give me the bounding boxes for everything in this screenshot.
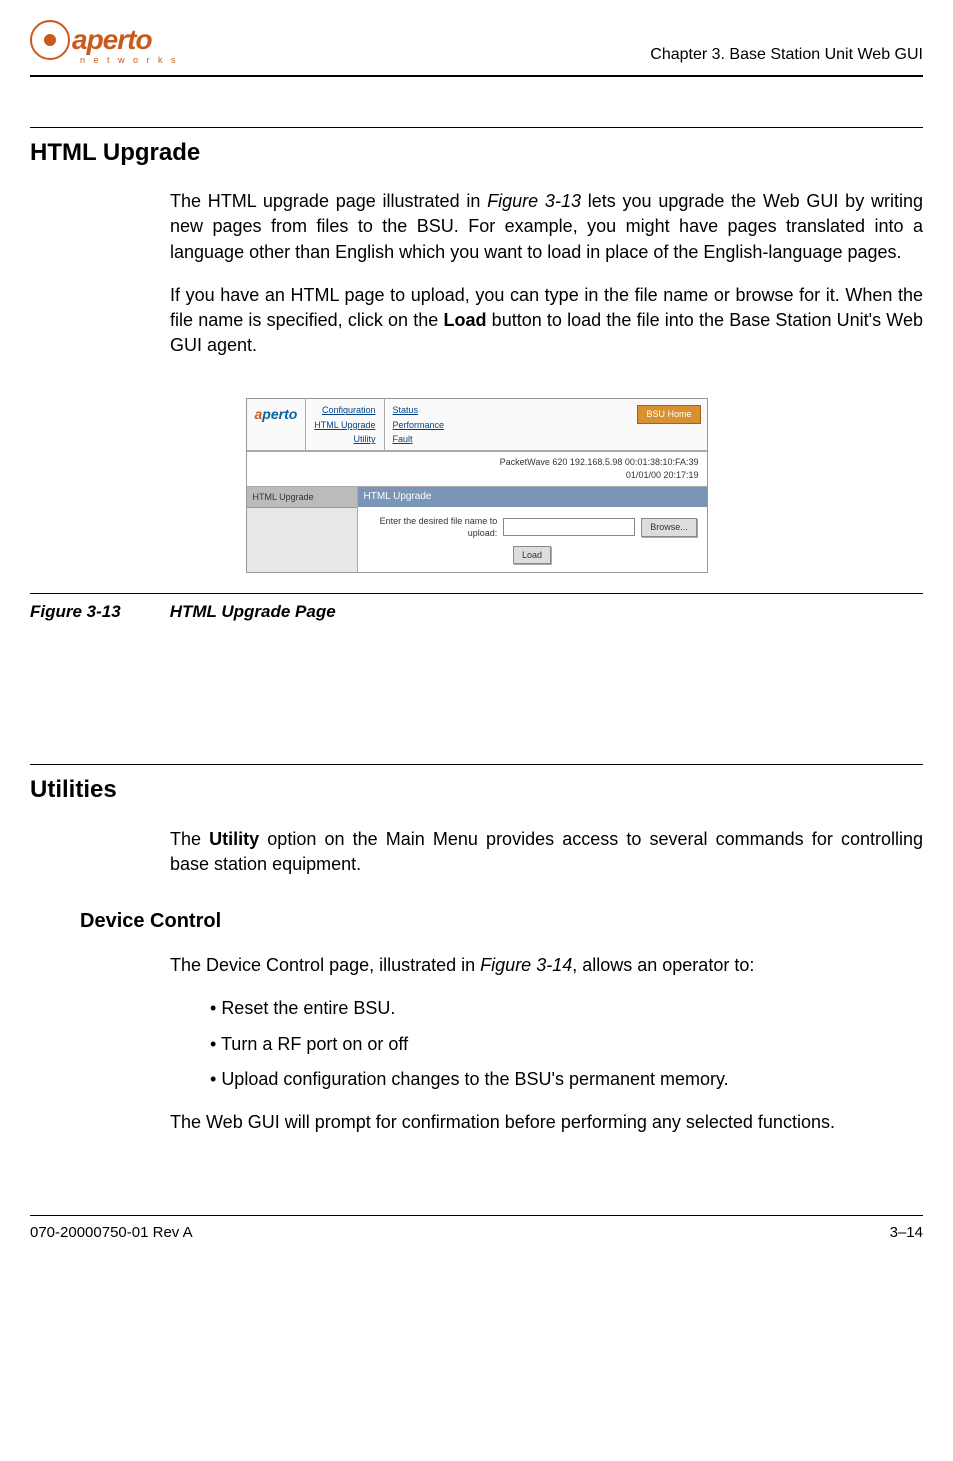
sidebar-item-html-upgrade[interactable]: HTML Upgrade — [247, 487, 357, 509]
ss-nav-col2: Status Performance Fault — [384, 399, 453, 450]
list-item: Upload configuration changes to the BSU'… — [210, 1067, 923, 1092]
footer-docid: 070-20000750-01 Rev A — [30, 1222, 193, 1243]
bold-utility: Utility — [209, 829, 259, 849]
figure-title: HTML Upgrade Page — [170, 602, 336, 621]
ss-nav-col1: Configuration HTML Upgrade Utility — [305, 399, 383, 450]
paragraph: The Web GUI will prompt for confirmation… — [170, 1110, 923, 1135]
ss-status-bar: PacketWave 620 192.168.5.98 00:01:38:10:… — [247, 451, 707, 485]
bold-load: Load — [443, 310, 486, 330]
logo-subtext: n e t w o r k s — [80, 54, 179, 67]
nav-configuration[interactable]: Configuration — [314, 403, 375, 417]
browse-button[interactable]: Browse... — [641, 518, 697, 537]
list-item: Reset the entire BSU. — [210, 996, 923, 1021]
load-button[interactable]: Load — [513, 546, 551, 565]
logo-mark-icon — [30, 20, 70, 60]
paragraph: The Utility option on the Main Menu prov… — [170, 827, 923, 877]
paragraph: The Device Control page, illustrated in … — [170, 953, 923, 978]
subsection-heading-device-control: Device Control — [30, 907, 923, 935]
file-input[interactable] — [503, 518, 635, 536]
figure-reference: Figure 3-14 — [480, 955, 572, 975]
nav-utility[interactable]: Utility — [314, 432, 375, 446]
chapter-title: Chapter 3. Base Station Unit Web GUI — [650, 44, 923, 66]
upload-label: Enter the desired file name to upload: — [367, 515, 497, 540]
nav-performance[interactable]: Performance — [393, 418, 445, 432]
bullet-list: Reset the entire BSU. Turn a RF port on … — [210, 996, 923, 1092]
ss-sidebar: HTML Upgrade — [247, 487, 358, 573]
nav-status[interactable]: Status — [393, 403, 445, 417]
nav-fault[interactable]: Fault — [393, 432, 445, 446]
figure-caption: Figure 3-13 HTML Upgrade Page — [30, 593, 923, 624]
figure-number: Figure 3-13 — [30, 600, 165, 624]
paragraph: The HTML upgrade page illustrated in Fig… — [170, 189, 923, 265]
figure-container: aperto Configuration HTML Upgrade Utilit… — [30, 398, 923, 624]
section-heading-html-upgrade: HTML Upgrade — [30, 136, 923, 170]
panel-title: HTML Upgrade — [358, 487, 707, 507]
page-header: aperto n e t w o r k s Chapter 3. Base S… — [30, 20, 923, 77]
section-rule — [30, 764, 923, 765]
footer-pagenum: 3–14 — [890, 1222, 923, 1243]
paragraph: If you have an HTML page to upload, you … — [170, 283, 923, 359]
page-footer: 070-20000750-01 Rev A 3–14 — [30, 1215, 923, 1243]
section-heading-utilities: Utilities — [30, 773, 923, 807]
nav-html-upgrade[interactable]: HTML Upgrade — [314, 418, 375, 432]
logo: aperto n e t w o r k s — [30, 20, 179, 67]
screenshot-html-upgrade: aperto Configuration HTML Upgrade Utilit… — [246, 398, 708, 573]
ss-logo: aperto — [247, 399, 306, 431]
list-item: Turn a RF port on or off — [210, 1032, 923, 1057]
section-rule — [30, 127, 923, 128]
figure-reference: Figure 3-13 — [487, 191, 581, 211]
bsu-home-button[interactable]: BSU Home — [637, 405, 700, 424]
